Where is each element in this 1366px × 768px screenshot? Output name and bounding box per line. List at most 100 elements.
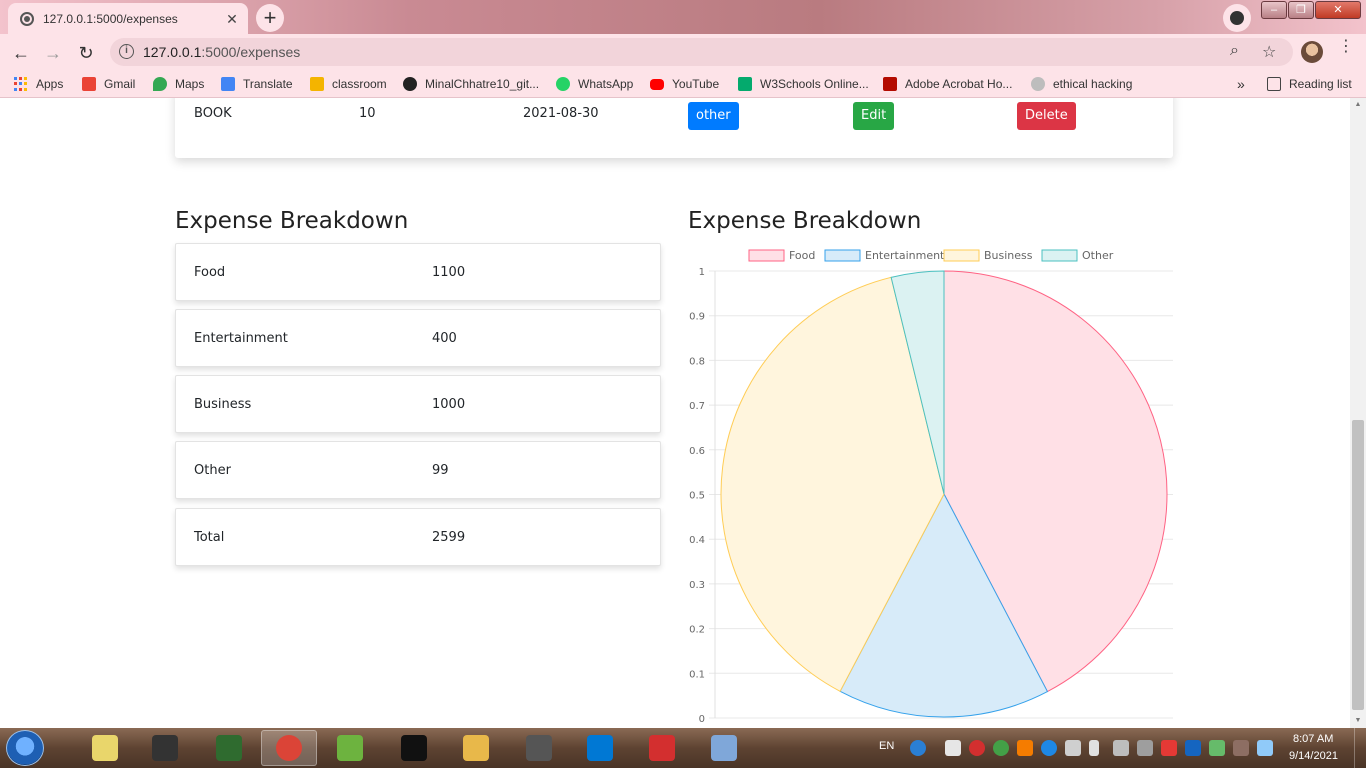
y-tick-label: 0.9: [689, 312, 705, 323]
scroll-down-arrow-icon[interactable]: ▼: [1350, 714, 1366, 728]
whatsapp-icon: [556, 77, 570, 91]
scroll-thumb[interactable]: [1352, 420, 1364, 710]
bookmark-w3schools[interactable]: W3Schools Online...: [738, 76, 869, 92]
y-tick-label: 0.3: [689, 580, 705, 591]
url-path: :5000/expenses: [201, 44, 301, 60]
bookmark-label: Translate: [243, 77, 293, 91]
show-desktop-button[interactable]: [1354, 728, 1366, 768]
bookmark-github[interactable]: MinalChhatre10_git...: [403, 76, 539, 92]
taskbar-editor-app-button[interactable]: [634, 730, 690, 766]
new-tab-button[interactable]: +: [256, 4, 284, 32]
taskbar-command-prompt-button[interactable]: [386, 730, 442, 766]
reload-icon[interactable]: ↻: [73, 40, 99, 66]
clock-time[interactable]: 8:07 AM: [1293, 733, 1333, 745]
network-icon[interactable]: [1257, 740, 1273, 756]
safely-remove-icon[interactable]: [1209, 740, 1225, 756]
taskbar-notepad-plus-plus-button[interactable]: [322, 730, 378, 766]
expense-pie-chart: 0 0.1 0.2 0.3 0.4 0.5 0.6 0.7 0.8 0.9 1 Food Enterta…: [689, 249, 1173, 725]
site-info-icon[interactable]: i: [119, 44, 134, 59]
bookmark-translate[interactable]: Translate: [221, 76, 293, 92]
action-center-flag-icon[interactable]: [1161, 740, 1177, 756]
breakdown-category: Food: [194, 265, 226, 280]
gmail-icon: [82, 77, 96, 91]
taskbar-media-player-classic-button[interactable]: [511, 730, 567, 766]
more-bookmarks-button[interactable]: »: [1237, 76, 1245, 92]
bookmark-youtube[interactable]: YouTube: [650, 76, 719, 92]
y-tick-label: 0.6: [689, 446, 705, 457]
bookmark-star-icon[interactable]: ☆: [1262, 42, 1276, 62]
y-tick-label: 1: [699, 267, 705, 278]
chrome-icon: [276, 735, 302, 761]
taskbar-paint-button[interactable]: [696, 730, 752, 766]
forward-arrow-icon[interactable]: →: [40, 40, 66, 66]
window-minimize-button[interactable]: –: [1261, 1, 1287, 19]
expense-table-row: BOOK 10 2021-08-30 other Edit Delete: [175, 98, 1173, 158]
move-icon[interactable]: [1113, 740, 1129, 756]
window-maximize-button[interactable]: ❐: [1288, 1, 1314, 19]
breakdown-total-label: Total: [194, 530, 225, 545]
bluetooth-icon[interactable]: [1185, 740, 1201, 756]
edit-button[interactable]: Edit: [853, 102, 895, 130]
bookmark-acrobat[interactable]: Adobe Acrobat Ho...: [883, 76, 1012, 92]
zoom-icon[interactable]: ⌕: [1230, 42, 1239, 60]
help-icon[interactable]: [910, 740, 926, 756]
cloud-icon[interactable]: [945, 740, 961, 756]
volume-icon[interactable]: [1065, 740, 1081, 756]
scroll-up-arrow-icon[interactable]: ▲: [1350, 98, 1366, 112]
bookmark-label: Adobe Acrobat Ho...: [905, 77, 1013, 91]
globe-icon: [20, 11, 34, 26]
taskbar-ms-tc-button[interactable]: [137, 730, 193, 766]
bookmark-gmail[interactable]: Gmail: [82, 76, 135, 92]
y-tick-label: 0.2: [689, 625, 705, 636]
language-indicator[interactable]: EN: [879, 740, 894, 752]
updater-icon[interactable]: [993, 740, 1009, 756]
bookmark-whatsapp[interactable]: WhatsApp: [556, 76, 633, 92]
apps-grid-icon: [14, 77, 28, 91]
taskbar-file-explorer-button[interactable]: [448, 730, 504, 766]
network-sync-icon[interactable]: [1041, 740, 1057, 756]
sticky-notes-icon: [92, 735, 118, 761]
expense-name: BOOK: [194, 106, 232, 121]
bookmark-maps[interactable]: Maps: [153, 76, 204, 92]
browser-tab-active[interactable]: 127.0.0.1:5000/expenses ✕: [8, 3, 248, 34]
legend-label: Food: [789, 249, 815, 262]
address-bar[interactable]: i 127.0.0.1:5000/expenses ⌕ ☆: [110, 38, 1293, 66]
breakdown-row-food: Food 1100: [175, 243, 661, 301]
bookmark-label: classroom: [332, 77, 387, 91]
bookmark-label: Gmail: [104, 77, 136, 91]
profile-avatar[interactable]: [1301, 41, 1323, 63]
start-button[interactable]: [6, 730, 44, 766]
reading-list-button[interactable]: Reading list: [1267, 76, 1352, 92]
taskbar-sticky-notes-button[interactable]: [77, 730, 133, 766]
taskbar-vs-code-button[interactable]: [572, 730, 628, 766]
breakdown-category: Business: [194, 397, 252, 412]
bookmark-apps[interactable]: Apps: [14, 76, 63, 92]
app-tray-icon[interactable]: [1017, 740, 1033, 756]
expense-date: 2021-08-30: [523, 106, 599, 121]
page-scrollbar[interactable]: ▲ ▼: [1350, 98, 1366, 728]
settings-tray-icon[interactable]: [1233, 740, 1249, 756]
bookmark-label: Maps: [175, 77, 205, 91]
wifi-signal-icon[interactable]: [1137, 740, 1153, 756]
browser-titlebar: 127.0.0.1:5000/expenses ✕ + – ❐ ✕: [0, 0, 1366, 34]
bookmark-classroom[interactable]: classroom: [310, 76, 387, 92]
taskbar-chrome-button[interactable]: [261, 730, 317, 766]
clock-date[interactable]: 9/14/2021: [1289, 750, 1338, 762]
reading-list-label: Reading list: [1289, 77, 1352, 91]
tab-close-icon[interactable]: ✕: [222, 9, 242, 29]
page-content: BOOK 10 2021-08-30 other Edit Delete Exp…: [0, 98, 1350, 728]
expense-amount: 10: [359, 106, 376, 121]
url-text[interactable]: 127.0.0.1:5000/expenses: [143, 44, 300, 60]
breakdown-amount: 99: [432, 463, 449, 478]
battery-icon[interactable]: [1089, 740, 1099, 756]
chrome-profile-icon[interactable]: [1223, 4, 1251, 32]
delete-button[interactable]: Delete: [1017, 102, 1076, 130]
taskbar-system-monitor-button[interactable]: [201, 730, 257, 766]
maps-icon: [153, 77, 167, 91]
back-arrow-icon[interactable]: ←: [8, 40, 34, 66]
category-badge-button[interactable]: other: [688, 102, 739, 130]
browser-menu-icon[interactable]: ⋮: [1338, 39, 1354, 55]
antivirus-icon[interactable]: [969, 740, 985, 756]
bookmark-ethical-hacking[interactable]: ethical hacking: [1031, 76, 1132, 92]
window-close-button[interactable]: ✕: [1315, 1, 1361, 19]
